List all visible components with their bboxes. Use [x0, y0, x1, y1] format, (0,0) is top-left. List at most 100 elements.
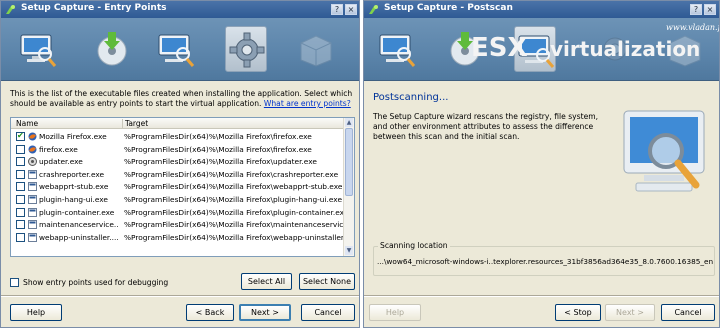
- firefox-icon: [28, 145, 37, 154]
- window-title: Setup Capture - Entry Points: [21, 3, 167, 13]
- step-package: [295, 26, 337, 72]
- entry-point-name: webapp-uninstaller....: [39, 232, 119, 242]
- computer-magnifier-icon: [379, 34, 416, 67]
- entry-point-target: %ProgramFilesDir(x64)%\Mozilla Firefox\f…: [124, 144, 312, 154]
- help-title-icon[interactable]: ?: [331, 4, 343, 15]
- entry-point-target: %ProgramFilesDir(x64)%\Mozilla Firefox\p…: [124, 194, 343, 204]
- entry-point-target: %ProgramFilesDir(x64)%\Mozilla Firefox\p…: [124, 207, 344, 217]
- entry-point-name: updater.exe: [39, 157, 83, 167]
- next-button[interactable]: Next >: [239, 304, 291, 321]
- show-debug-entry-points-label: Show entry points used for debugging: [23, 278, 169, 287]
- entry-points-list[interactable]: Name Target ✔ Mozilla Firefox.exe %Program…: [10, 117, 355, 257]
- help-button[interactable]: Help: [369, 304, 421, 321]
- entry-point-checkbox[interactable]: [16, 144, 25, 154]
- entry-point-target: %ProgramFilesDir(x64)%\Mozilla Firefox\c…: [124, 169, 339, 179]
- updater-icon: [28, 157, 37, 167]
- computer-magnifier-icon: [623, 110, 705, 192]
- checkmark-icon: ✔: [17, 131, 24, 140]
- list-item[interactable]: firefox.exe %ProgramFilesDir(x64)%\Mozill…: [11, 143, 344, 156]
- scroll-up-arrow-icon[interactable]: ▲: [345, 118, 353, 127]
- list-rows: ✔ Mozilla Firefox.exe %ProgramFilesDir(x64…: [11, 130, 344, 243]
- scroll-down-arrow-icon[interactable]: ▼: [345, 246, 353, 255]
- list-item[interactable]: webapprt-stub.exe %ProgramFilesDir(x64)%\…: [11, 180, 344, 193]
- close-icon[interactable]: ×: [345, 4, 357, 15]
- step-prescan: [17, 26, 59, 72]
- computer-magnifier-icon: [158, 34, 195, 67]
- title-bar: Setup Capture - Entry Points ? ×: [1, 1, 359, 18]
- column-header-name[interactable]: Name: [16, 119, 38, 128]
- wizard-steps-banner: [1, 18, 359, 81]
- app-icon: [28, 232, 37, 242]
- entry-point-target: %ProgramFilesDir(x64)%\Mozilla Firefox\m…: [124, 220, 344, 230]
- list-item[interactable]: updater.exe %ProgramFilesDir(x64)%\Mozill…: [11, 155, 344, 168]
- entry-point-name: Mozilla Firefox.exe: [39, 132, 107, 141]
- scanning-location-group: Scanning location ...\wow64_microsoft-wi…: [373, 241, 715, 276]
- watermark-esx: ESX: [471, 33, 528, 63]
- postscan-description: The Setup Capture wizard rescans the reg…: [373, 112, 599, 141]
- help-title-icon[interactable]: ?: [690, 4, 702, 15]
- show-debug-entry-points-checkbox[interactable]: [10, 278, 19, 287]
- app-icon: [28, 194, 37, 204]
- install-disc-icon: [97, 32, 127, 66]
- column-header-target[interactable]: Target: [125, 119, 148, 128]
- footer-divider: [1, 295, 359, 297]
- list-header: Name Target: [11, 118, 344, 129]
- entry-point-target: %ProgramFilesDir(x64)%\Mozilla Firefox\w…: [124, 232, 344, 242]
- next-button[interactable]: Next >: [605, 304, 655, 321]
- entry-points-window: Setup Capture - Entry Points ? × This is…: [0, 0, 360, 328]
- step-postscan-preview: [155, 26, 197, 72]
- entry-point-name: maintenanceservice....: [39, 220, 119, 230]
- entry-point-checkbox[interactable]: [16, 232, 25, 242]
- entry-point-checkbox[interactable]: [16, 169, 25, 179]
- list-item[interactable]: webapp-uninstaller.... %ProgramFilesDir(x…: [11, 231, 344, 244]
- gear-icon: [229, 32, 265, 68]
- scanning-location-label: Scanning location: [378, 241, 450, 250]
- entry-point-name: crashreporter.exe: [39, 169, 105, 179]
- entry-point-name: plugin-container.exe: [39, 207, 115, 217]
- entry-point-checkbox[interactable]: [16, 207, 25, 217]
- cancel-button[interactable]: Cancel: [661, 304, 715, 321]
- select-none-button[interactable]: Select None: [299, 273, 355, 290]
- entry-point-target: %ProgramFilesDir(x64)%\Mozilla Firefox\w…: [124, 182, 343, 192]
- footer-divider: [364, 295, 719, 297]
- close-icon[interactable]: ×: [704, 4, 716, 15]
- app-icon: [28, 169, 37, 179]
- scroll-thumb[interactable]: [345, 128, 353, 196]
- entry-point-checkbox[interactable]: [16, 194, 25, 204]
- window-title: Setup Capture - Postscan: [384, 3, 513, 13]
- list-item[interactable]: plugin-hang-ui.exe %ProgramFilesDir(x64)%…: [11, 193, 344, 206]
- computer-magnifier-icon: [20, 34, 57, 67]
- list-item[interactable]: plugin-container.exe %ProgramFilesDir(x64…: [11, 206, 344, 219]
- cancel-button[interactable]: Cancel: [301, 304, 355, 321]
- postscan-window: Setup Capture - Postscan ? × www.vladan.…: [363, 0, 720, 328]
- step-install: [91, 26, 133, 72]
- list-item[interactable]: crashreporter.exe %ProgramFilesDir(x64)%\…: [11, 168, 344, 181]
- step-entry-points-active: [225, 26, 267, 72]
- firefox-icon: [28, 132, 37, 141]
- entry-point-checkbox[interactable]: [16, 220, 25, 230]
- wizard-app-icon: [369, 5, 378, 14]
- list-item[interactable]: ✔ Mozilla Firefox.exe %ProgramFilesDir(x64…: [11, 130, 344, 143]
- list-vertical-scrollbar[interactable]: ▲ ▼: [343, 118, 354, 256]
- wizard-app-icon: [6, 5, 15, 14]
- back-button[interactable]: < Back: [186, 304, 234, 321]
- select-all-button[interactable]: Select All: [241, 273, 292, 290]
- list-item[interactable]: maintenanceservice.... %ProgramFilesDir(x…: [11, 218, 344, 231]
- stop-button[interactable]: < Stop: [555, 304, 601, 321]
- entry-point-name: webapprt-stub.exe: [39, 182, 109, 192]
- entry-point-checkbox[interactable]: ✔: [16, 131, 25, 141]
- help-button[interactable]: Help: [10, 304, 62, 321]
- title-bar: Setup Capture - Postscan ? ×: [364, 1, 719, 18]
- step-prescan: [376, 26, 418, 72]
- entry-point-target: %ProgramFilesDir(x64)%\Mozilla Firefox\f…: [124, 132, 312, 141]
- entry-point-name: firefox.exe: [39, 144, 78, 154]
- postscan-heading: Postscanning...: [373, 92, 449, 103]
- entry-point-checkbox[interactable]: [16, 182, 25, 192]
- watermark-virtualization: virtualization: [550, 37, 701, 61]
- app-icon: [28, 220, 37, 230]
- app-icon: [28, 182, 37, 192]
- entry-points-description: This is the list of the executable files…: [10, 89, 355, 109]
- entry-points-help-link[interactable]: What are entry points?: [264, 99, 351, 108]
- entry-point-checkbox[interactable]: [16, 157, 25, 167]
- scanning-path: ...\wow64_microsoft-windows-i..texplorer…: [377, 257, 713, 266]
